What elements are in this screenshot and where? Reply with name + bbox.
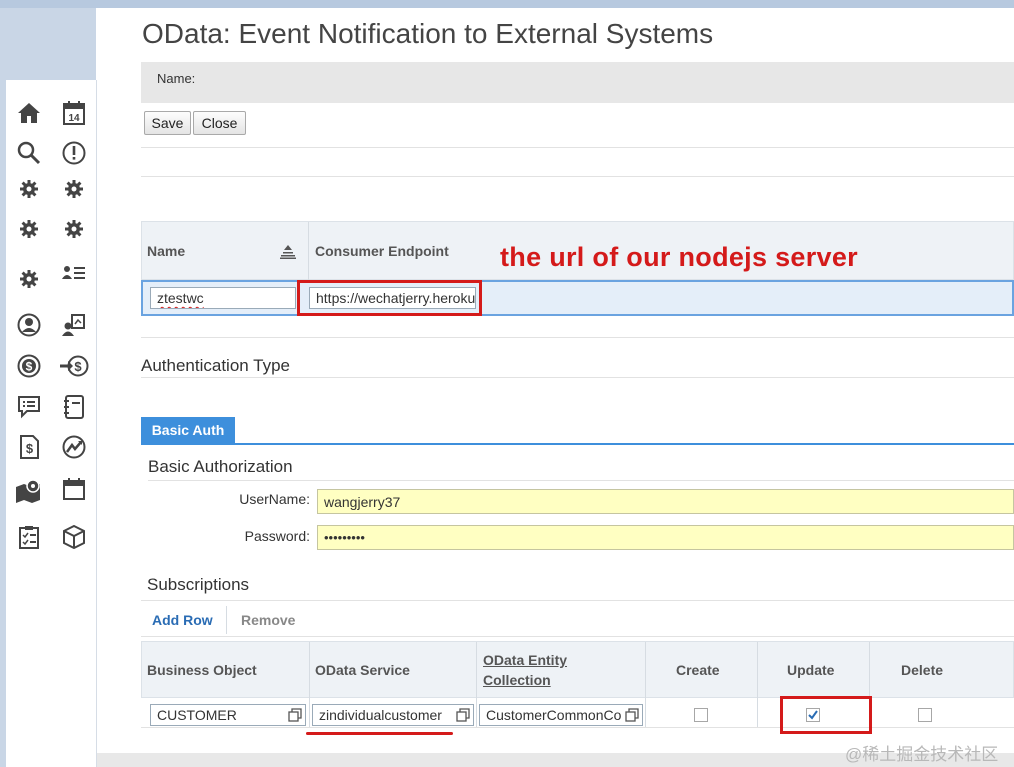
divider <box>141 147 1014 148</box>
password-field[interactable]: ••••••••• <box>317 525 1014 550</box>
entity-collection-input[interactable]: CustomerCommonCo <box>479 704 643 726</box>
divider <box>141 337 1014 338</box>
column-separator <box>757 642 758 727</box>
desktop-background <box>0 0 1014 8</box>
basic-authorization-heading: Basic Authorization <box>148 457 293 476</box>
sidebar: 14 $ $ $ <box>6 80 97 767</box>
toolbar-separator <box>226 606 227 634</box>
clipboard-checklist-icon[interactable] <box>16 524 42 550</box>
column-header-update[interactable]: Update <box>787 662 834 678</box>
column-header-odata-entity[interactable]: OData Entity <box>483 652 567 668</box>
sort-icon[interactable] <box>279 244 297 260</box>
page-title: OData: Event Notification to External Sy… <box>142 18 714 49</box>
gear-icon[interactable] <box>61 216 87 242</box>
watermark: @稀土掘金技术社区 <box>845 745 999 764</box>
gear-icon[interactable] <box>16 176 42 202</box>
add-row-button[interactable]: Add Row <box>152 612 213 628</box>
consumer-endpoint-input[interactable]: https://wechatjerry.heroku <box>309 287 476 309</box>
column-separator <box>476 642 477 727</box>
username-label: UserName: <box>239 491 310 507</box>
username-field[interactable]: wangjerry37 <box>317 489 1014 514</box>
value-help-icon[interactable] <box>287 707 303 723</box>
divider <box>141 377 1014 378</box>
chart-circle-icon[interactable] <box>61 434 87 460</box>
transfer-dollar-icon[interactable]: $ <box>58 353 90 379</box>
entity-collection-value: CustomerCommonCo <box>486 707 622 723</box>
divider <box>141 600 1014 601</box>
checkmark-icon <box>808 710 818 720</box>
divider <box>148 480 1014 481</box>
svg-text:$: $ <box>26 360 33 374</box>
consumer-name-input[interactable]: ztestwc <box>150 287 296 309</box>
column-separator <box>309 642 310 727</box>
calendar-blank-icon[interactable] <box>61 476 87 502</box>
highlight-underline <box>306 732 453 735</box>
gear-icon[interactable] <box>16 266 42 292</box>
column-header-business-object[interactable]: Business Object <box>147 662 257 678</box>
package-box-icon[interactable] <box>61 524 87 550</box>
remove-button[interactable]: Remove <box>241 612 295 628</box>
business-object-value: CUSTOMER <box>157 707 237 723</box>
calendar-icon[interactable]: 14 <box>61 100 87 126</box>
svg-text:$: $ <box>26 441 34 456</box>
subscriptions-heading: Subscriptions <box>147 575 250 594</box>
business-object-input[interactable]: CUSTOMER <box>150 704 306 726</box>
column-header-name[interactable]: Name <box>147 243 185 259</box>
annotation-text: the url of our nodejs server <box>500 242 858 272</box>
invoice-dollar-icon[interactable]: $ <box>16 434 42 460</box>
name-header-bar <box>141 62 1014 103</box>
value-help-icon[interactable] <box>455 707 471 723</box>
divider <box>141 636 1014 637</box>
search-icon[interactable] <box>16 140 42 166</box>
svg-text:$: $ <box>74 359 82 374</box>
odata-service-input[interactable]: zindividualcustomer <box>312 704 474 726</box>
create-checkbox[interactable] <box>694 708 708 722</box>
map-location-icon[interactable] <box>14 478 44 504</box>
subscriptions-table-header <box>141 641 1014 698</box>
password-label: Password: <box>244 528 310 544</box>
gear-icon[interactable] <box>16 216 42 242</box>
svg-text:14: 14 <box>68 113 80 124</box>
notebook-icon[interactable] <box>61 394 87 420</box>
column-header-create[interactable]: Create <box>676 662 720 678</box>
chat-list-icon[interactable] <box>16 394 42 420</box>
delete-checkbox[interactable] <box>918 708 932 722</box>
name-label: Name: <box>157 71 196 86</box>
divider <box>141 176 1014 177</box>
column-header-collection[interactable]: Collection <box>483 672 551 688</box>
authentication-type-heading: Authentication Type <box>141 356 291 375</box>
column-separator <box>308 222 309 280</box>
user-list-icon[interactable] <box>61 260 87 286</box>
column-header-consumer-endpoint[interactable]: Consumer Endpoint <box>315 243 449 259</box>
gear-icon[interactable] <box>61 176 87 202</box>
column-separator <box>645 642 646 727</box>
column-header-odata-service[interactable]: OData Service <box>315 662 410 678</box>
column-header-delete[interactable]: Delete <box>901 662 943 678</box>
tab-basic-auth[interactable]: Basic Auth <box>141 417 235 443</box>
update-checkbox[interactable] <box>806 708 820 722</box>
save-button[interactable]: Save <box>144 111 191 135</box>
user-board-icon[interactable] <box>61 312 87 338</box>
close-button[interactable]: Close <box>193 111 246 135</box>
dollar-circle-icon[interactable]: $ <box>16 353 42 379</box>
alert-icon[interactable] <box>61 140 87 166</box>
person-circle-icon[interactable] <box>16 312 42 338</box>
tab-underline <box>141 443 1014 445</box>
home-icon[interactable] <box>16 100 42 126</box>
value-help-icon[interactable] <box>624 707 640 723</box>
highlight-box <box>780 696 872 734</box>
odata-service-value: zindividualcustomer <box>319 707 442 723</box>
divider <box>141 727 1014 728</box>
